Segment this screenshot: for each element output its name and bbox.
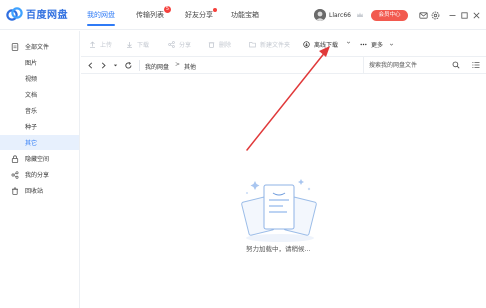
app-title: 百度网盘: [26, 10, 68, 21]
list-view-icon[interactable]: [472, 61, 480, 69]
breadcrumb-separator: >: [175, 61, 181, 68]
member-center-button[interactable]: 会员中心: [371, 10, 408, 21]
notification-dot: [213, 8, 217, 12]
sidebar-item-label: 全部文件: [25, 44, 50, 51]
sidebar-item-label: 视频: [25, 76, 38, 83]
avatar-image: [314, 9, 326, 21]
breadcrumb-my-netdisk[interactable]: 我的网盘: [145, 62, 169, 71]
mail-icon[interactable]: [419, 11, 428, 20]
toolbar: 上传 下载 分享 删除 新建文件夹 离线下载 更多: [81, 33, 486, 55]
sidebar-item-label: 文档: [25, 92, 38, 99]
refresh-icon[interactable]: [124, 61, 133, 70]
transfer-count-badge: 5: [164, 6, 171, 13]
sidebar-item-label: 回收站: [25, 188, 44, 195]
trash-icon: [12, 187, 18, 195]
sidebar-item-videos[interactable]: 视频: [0, 71, 79, 86]
lock-icon: [11, 154, 19, 163]
sidebar: 全部文件 图片 视频 文档 音乐 种子 其它 隐藏空间 我的分享 回收站: [0, 31, 80, 308]
empty-documents-illustration: [241, 179, 317, 242]
chevron-down-icon: [389, 43, 394, 46]
divider: [139, 60, 140, 71]
sidebar-item-label: 隐藏空间: [25, 156, 50, 163]
search-input[interactable]: [369, 59, 449, 71]
more-dots-icon: [360, 43, 367, 46]
file-icon: [11, 42, 19, 51]
sidebar-item-my-shares[interactable]: 我的分享: [0, 167, 79, 182]
back-arrow-icon[interactable]: [86, 61, 95, 70]
username[interactable]: Llarc66: [329, 12, 351, 19]
sidebar-item-images[interactable]: 图片: [0, 55, 79, 70]
baidu-netdisk-logo: 百度网盘: [6, 6, 68, 21]
tab-friend-share[interactable]: 好友分享: [185, 8, 217, 26]
download-button[interactable]: 下载: [126, 40, 149, 49]
title-bar: 百度网盘 我的网盘 传输列表 5 好友分享 功能宝箱 Llarc66 会员中心: [0, 0, 486, 30]
loading-status-text: 努力加载中，请稍候...: [246, 245, 311, 253]
sidebar-item-recycle-bin[interactable]: 回收站: [0, 183, 79, 198]
sidebar-item-torrents[interactable]: 种子: [0, 119, 79, 134]
address-bar: 我的网盘 > 其他: [81, 56, 486, 74]
history-dropdown-icon[interactable]: [111, 61, 120, 70]
cloud-logo-icon: [6, 6, 23, 21]
tab-transfer-list[interactable]: 传输列表 5: [136, 6, 171, 26]
offline-download-dropdown[interactable]: [346, 40, 355, 45]
share-icon: [11, 170, 19, 179]
file-list-area: 努力加载中，请稍候...: [81, 75, 486, 308]
sidebar-item-label: 种子: [25, 124, 38, 131]
maximize-icon[interactable]: [460, 11, 469, 20]
sidebar-item-other[interactable]: 其它: [0, 135, 79, 150]
breadcrumb-other[interactable]: 其他: [184, 62, 196, 71]
new-folder-button[interactable]: 新建文件夹: [249, 40, 290, 49]
search-box: [363, 57, 486, 74]
tab-toolbox[interactable]: 功能宝箱: [231, 10, 259, 26]
sidebar-item-label: 我的分享: [25, 172, 50, 179]
share-icon: [168, 41, 175, 48]
vip-crown-icon[interactable]: [356, 11, 364, 19]
minimize-icon[interactable]: [448, 11, 457, 20]
download-icon: [127, 42, 132, 48]
new-folder-icon: [249, 42, 256, 48]
share-button[interactable]: 分享: [168, 40, 191, 49]
offline-download-icon: [303, 41, 310, 48]
upload-icon: [90, 41, 95, 48]
sidebar-item-music[interactable]: 音乐: [0, 103, 79, 118]
offline-download-button[interactable]: 离线下载: [303, 40, 338, 49]
sidebar-item-hidden-space[interactable]: 隐藏空间: [0, 151, 79, 166]
delete-button[interactable]: 删除: [208, 40, 231, 49]
more-button[interactable]: 更多: [360, 40, 394, 49]
sidebar-item-all-files[interactable]: 全部文件: [0, 39, 79, 54]
upload-button[interactable]: 上传: [89, 40, 112, 49]
sidebar-item-label: 图片: [25, 60, 38, 67]
sidebar-item-documents[interactable]: 文档: [0, 87, 79, 102]
sidebar-item-label: 其它: [25, 140, 38, 147]
gear-icon[interactable]: [431, 11, 440, 20]
sidebar-item-label: 音乐: [25, 108, 38, 115]
chevron-down-icon: [346, 41, 351, 44]
forward-arrow-icon[interactable]: [99, 61, 108, 70]
tab-my-netdisk[interactable]: 我的网盘: [87, 10, 115, 26]
avatar[interactable]: [314, 9, 326, 21]
search-icon[interactable]: [452, 61, 460, 69]
trash-icon: [208, 42, 215, 48]
close-icon[interactable]: [472, 11, 481, 20]
